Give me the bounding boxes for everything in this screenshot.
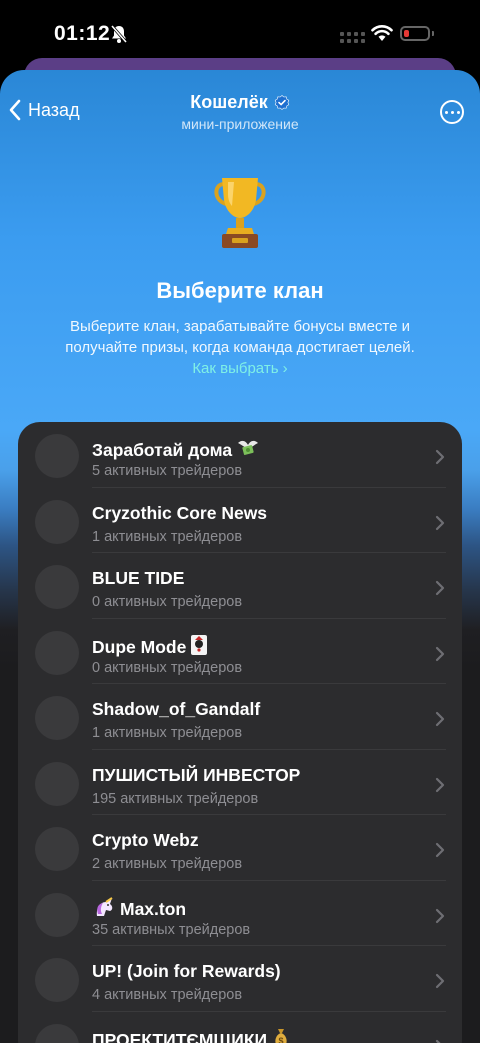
clan-row[interactable]: Dupe Mode 0 активных трейдеров <box>18 619 462 684</box>
clan-name: Dupe Mode <box>92 634 208 661</box>
cellular-signal-icon <box>340 32 365 36</box>
status-time: 01:12 <box>54 22 111 45</box>
battery-icon <box>400 26 430 41</box>
clan-traders-count: 1 активных трейдеров <box>92 528 243 545</box>
chevron-right-icon <box>435 1039 442 1043</box>
clan-avatar <box>35 892 79 937</box>
clan-row[interactable]: BLUE TIDE 0 активных трейдеров <box>18 553 462 619</box>
clan-name: BLUE TIDE <box>92 568 185 588</box>
bell-muted-icon <box>110 25 128 43</box>
clan-name: Cryzothic Core News <box>92 502 268 523</box>
clan-row[interactable]: Cryzothic Core News 1 активных трейдеров <box>18 488 462 553</box>
app-subtitle: мини-приложение <box>181 116 299 132</box>
chevron-right-icon <box>435 515 445 530</box>
clan-list: Заработай дома 5 активных трейдеров Cryzot… <box>18 422 462 1043</box>
clan-traders-count: 5 активных трейдеров <box>92 463 243 479</box>
chevron-right-icon <box>435 908 445 923</box>
clan-row[interactable]: ПУШИСТЫЙ ИНВЕСТОР 195 активных трейдеров <box>18 750 462 815</box>
clan-avatar <box>35 630 79 675</box>
verified-badge-icon <box>274 94 289 110</box>
clan-name: Max.ton <box>92 896 186 923</box>
clan-name: Shadow_of_Gandalf <box>92 699 261 719</box>
page-description: Выберите клан, зарабатывайте бонусы вмес… <box>60 316 420 379</box>
description-text: Выберите клан, зарабатывайте бонусы вмес… <box>65 318 415 356</box>
clan-name: ПУШИСТЫЙ ИНВЕСТОР <box>92 764 301 785</box>
chevron-right-icon <box>435 711 445 727</box>
joker-card-icon <box>190 634 208 661</box>
clan-avatar <box>35 696 79 740</box>
nav-header: Кошелёк мини-приложение <box>0 92 480 132</box>
clan-name: ПРОЕКТИТЄМЩИКИ $ <box>92 1027 291 1043</box>
chevron-right-icon <box>435 842 445 858</box>
clan-name: Crypto Webz <box>92 830 199 850</box>
chevron-right-icon <box>435 646 445 661</box>
clan-avatar <box>35 827 79 871</box>
more-options-button[interactable] <box>440 100 464 124</box>
status-bar: 01:12 <box>0 0 480 66</box>
clan-name: Заработай дома <box>92 437 260 464</box>
clan-traders-count: 2 активных трейдеров <box>92 856 243 872</box>
clan-avatar <box>35 1023 79 1043</box>
how-to-choose-link[interactable]: Как выбрать › <box>192 360 287 377</box>
clan-traders-count: 0 активных трейдеров <box>92 594 243 610</box>
page-heading: Выберите клан <box>156 278 324 303</box>
money-with-wings-icon <box>236 437 260 464</box>
chevron-right-icon <box>435 777 445 792</box>
chevron-right-icon <box>435 973 445 989</box>
clan-avatar <box>35 434 79 478</box>
clan-row[interactable]: ПРОЕКТИТЄМЩИКИ $ <box>18 1012 462 1043</box>
clan-traders-count: 1 активных трейдеров <box>92 725 243 741</box>
wallet-mini-app-sheet: Назад Кошелёк мини-приложение Выберите к… <box>0 70 480 1043</box>
wifi-icon <box>371 25 393 41</box>
clan-row[interactable]: Shadow_of_Gandalf 1 активных трейдеров <box>18 684 462 750</box>
clan-avatar <box>35 499 79 544</box>
clan-avatar <box>35 761 79 806</box>
svg-text:$: $ <box>279 1036 284 1043</box>
chevron-right-icon <box>435 449 445 465</box>
clan-row[interactable]: Заработай дома 5 активных трейдеров <box>18 422 462 488</box>
clan-avatar <box>35 958 79 1002</box>
clan-row[interactable]: UP! (Join for Rewards) 4 активных трейдер… <box>18 946 462 1012</box>
clan-row[interactable]: Crypto Webz 2 активных трейдеров <box>18 815 462 881</box>
clan-traders-count: 195 активных трейдеров <box>92 790 259 807</box>
trophy-icon <box>214 178 266 248</box>
chevron-right-icon <box>435 580 445 596</box>
clan-traders-count: 4 активных трейдеров <box>92 987 243 1003</box>
clan-traders-count: 0 активных трейдеров <box>92 659 243 676</box>
app-title: Кошелёк <box>190 92 268 112</box>
clan-avatar <box>35 565 79 609</box>
money-bag-icon: $ <box>271 1027 291 1043</box>
unicorn-icon <box>92 896 116 923</box>
clan-row[interactable]: Max.ton 35 активных трейдеров <box>18 881 462 946</box>
clan-traders-count: 35 активных трейдеров <box>92 921 251 938</box>
clan-name: UP! (Join for Rewards) <box>92 961 281 981</box>
